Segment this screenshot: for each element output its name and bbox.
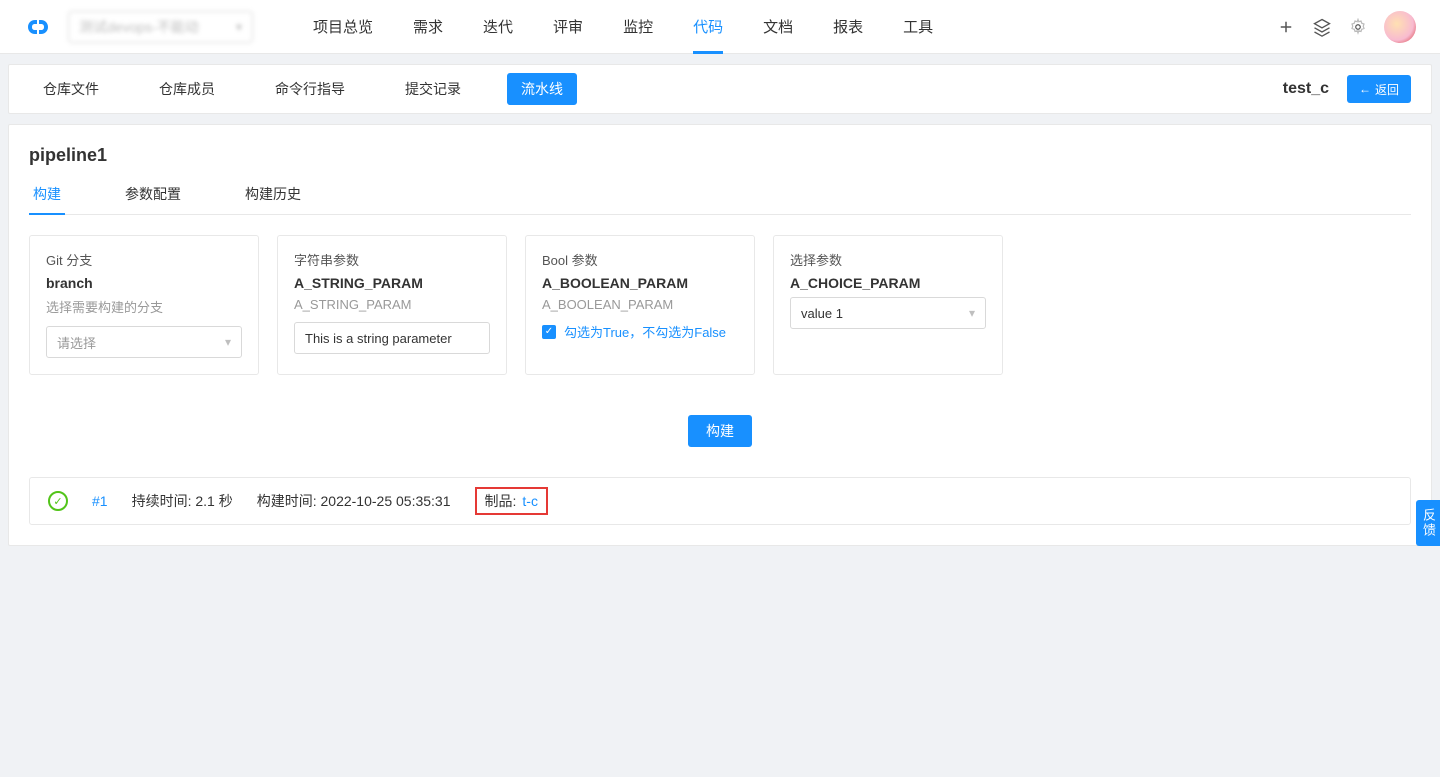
back-button-label: 返回 xyxy=(1375,81,1399,98)
param-type-label: Bool 参数 xyxy=(542,250,738,269)
tab-monitor[interactable]: 监控 xyxy=(623,0,653,54)
tab-requirements[interactable]: 需求 xyxy=(413,0,443,54)
string-param-input[interactable]: This is a string parameter xyxy=(294,322,490,354)
status-success-icon: ✓ xyxy=(48,491,68,511)
inner-tab-label: 构建 xyxy=(33,186,61,202)
subtab-label: 流水线 xyxy=(521,79,563,99)
bool-param-label: 勾选为True，不勾选为False xyxy=(564,322,726,341)
branch-select-placeholder: 请选择 xyxy=(57,333,96,352)
subtab-repo-members[interactable]: 仓库成员 xyxy=(145,73,229,105)
bool-param-checkbox[interactable]: ✓ 勾选为True，不勾选为False xyxy=(542,322,738,341)
chevron-down-icon: ▾ xyxy=(225,335,231,349)
top-right-actions xyxy=(1276,11,1416,43)
arrow-left-icon: ← xyxy=(1359,82,1371,96)
duration: 持续时间: 2.1 秒 xyxy=(132,491,233,511)
tab-tools[interactable]: 工具 xyxy=(903,0,933,54)
param-card-bool: Bool 参数 A_BOOLEAN_PARAM A_BOOLEAN_PARAM … xyxy=(525,235,755,375)
artifact-highlight: 制品: t-c xyxy=(475,487,548,515)
build-button[interactable]: 构建 xyxy=(688,415,752,447)
build-id-link[interactable]: #1 xyxy=(92,493,108,509)
choice-param-selected: value 1 xyxy=(801,306,843,321)
project-selector-label: 测试devops-不能动 xyxy=(79,17,199,37)
param-card-string: 字符串参数 A_STRING_PARAM A_STRING_PARAM This… xyxy=(277,235,507,375)
artifact-link[interactable]: t-c xyxy=(522,493,538,509)
param-name: branch xyxy=(46,275,242,291)
artifact-label: 制品: xyxy=(485,491,517,511)
tab-label: 项目总览 xyxy=(313,16,373,37)
build-result-row: ✓ #1 持续时间: 2.1 秒 构建时间: 2022-10-25 05:35:… xyxy=(29,477,1411,525)
tab-label: 文档 xyxy=(763,16,793,37)
tab-docs[interactable]: 文档 xyxy=(763,0,793,54)
subtab-label: 仓库成员 xyxy=(159,79,215,99)
subtab-label: 仓库文件 xyxy=(43,79,99,99)
param-cards: Git 分支 branch 选择需要构建的分支 请选择 ▾ 字符串参数 A_ST… xyxy=(29,235,1411,375)
param-card-git-branch: Git 分支 branch 选择需要构建的分支 请选择 ▾ xyxy=(29,235,259,375)
param-name: A_CHOICE_PARAM xyxy=(790,275,986,291)
subtab-cli-guide[interactable]: 命令行指导 xyxy=(261,73,359,105)
gear-icon[interactable] xyxy=(1348,17,1368,37)
param-type-label: 选择参数 xyxy=(790,250,986,269)
tab-review[interactable]: 评审 xyxy=(553,0,583,54)
pipeline-inner-tabs: 构建 参数配置 构建历史 xyxy=(29,184,1411,215)
inner-tab-label: 构建历史 xyxy=(245,186,301,202)
branch-select[interactable]: 请选择 ▾ xyxy=(46,326,242,358)
tab-label: 迭代 xyxy=(483,16,513,37)
checkbox-checked-icon: ✓ xyxy=(542,325,556,339)
subnav-right: test_c ← 返回 xyxy=(1283,75,1411,103)
subtab-repo-files[interactable]: 仓库文件 xyxy=(29,73,113,105)
build-button-label: 构建 xyxy=(706,423,734,439)
logo xyxy=(24,16,52,38)
tab-overview[interactable]: 项目总览 xyxy=(313,0,373,54)
inner-tab-build[interactable]: 构建 xyxy=(29,184,65,214)
build-button-row: 构建 xyxy=(29,415,1411,447)
layers-icon[interactable] xyxy=(1312,17,1332,37)
subtab-commits[interactable]: 提交记录 xyxy=(391,73,475,105)
duration-value: 2.1 秒 xyxy=(195,493,232,509)
param-desc: 选择需要构建的分支 xyxy=(46,297,242,316)
build-time-label: 构建时间: xyxy=(257,493,317,509)
subtab-label: 提交记录 xyxy=(405,79,461,99)
tab-label: 报表 xyxy=(833,16,863,37)
avatar[interactable] xyxy=(1384,11,1416,43)
main-tabs: 项目总览 需求 迭代 评审 监控 代码 文档 报表 工具 xyxy=(313,0,933,54)
back-button[interactable]: ← 返回 xyxy=(1347,75,1411,103)
choice-param-select[interactable]: value 1 ▾ xyxy=(790,297,986,329)
string-param-value: This is a string parameter xyxy=(305,331,452,346)
duration-label: 持续时间: xyxy=(132,493,192,509)
build-time: 构建时间: 2022-10-25 05:35:31 xyxy=(257,491,451,511)
param-desc: A_BOOLEAN_PARAM xyxy=(542,297,738,312)
pipeline-title: pipeline1 xyxy=(29,145,1411,166)
param-type-label: 字符串参数 xyxy=(294,250,490,269)
tab-label: 工具 xyxy=(903,16,933,37)
tab-label: 代码 xyxy=(693,16,723,37)
tab-code[interactable]: 代码 xyxy=(693,0,723,54)
tab-label: 评审 xyxy=(553,16,583,37)
tab-label: 监控 xyxy=(623,16,653,37)
repo-name: test_c xyxy=(1283,80,1329,98)
feedback-widget[interactable]: 反馈 xyxy=(1416,500,1440,546)
top-nav: 测试devops-不能动 ▾ 项目总览 需求 迭代 评审 监控 代码 文档 报表… xyxy=(0,0,1440,54)
feedback-label: 反馈 xyxy=(1421,508,1436,538)
inner-tab-params[interactable]: 参数配置 xyxy=(121,184,185,214)
plus-icon[interactable] xyxy=(1276,17,1296,37)
param-type-label: Git 分支 xyxy=(46,250,242,269)
param-name: A_STRING_PARAM xyxy=(294,275,490,291)
chevron-down-icon: ▾ xyxy=(969,306,975,320)
code-subnav: 仓库文件 仓库成员 命令行指导 提交记录 流水线 test_c ← 返回 xyxy=(8,64,1432,114)
tab-reports[interactable]: 报表 xyxy=(833,0,863,54)
inner-tab-history[interactable]: 构建历史 xyxy=(241,184,305,214)
param-desc: A_STRING_PARAM xyxy=(294,297,490,312)
build-time-value: 2022-10-25 05:35:31 xyxy=(321,493,451,509)
tab-label: 需求 xyxy=(413,16,443,37)
inner-tab-label: 参数配置 xyxy=(125,186,181,202)
subtab-pipeline[interactable]: 流水线 xyxy=(507,73,577,105)
param-name: A_BOOLEAN_PARAM xyxy=(542,275,738,291)
project-selector[interactable]: 测试devops-不能动 ▾ xyxy=(68,11,253,43)
param-card-choice: 选择参数 A_CHOICE_PARAM value 1 ▾ xyxy=(773,235,1003,375)
chevron-down-icon: ▾ xyxy=(236,20,242,34)
subnav-tabs: 仓库文件 仓库成员 命令行指导 提交记录 流水线 xyxy=(29,73,577,105)
tab-iteration[interactable]: 迭代 xyxy=(483,0,513,54)
pipeline-panel: pipeline1 构建 参数配置 构建历史 Git 分支 branch 选择需… xyxy=(8,124,1432,546)
subtab-label: 命令行指导 xyxy=(275,79,345,99)
